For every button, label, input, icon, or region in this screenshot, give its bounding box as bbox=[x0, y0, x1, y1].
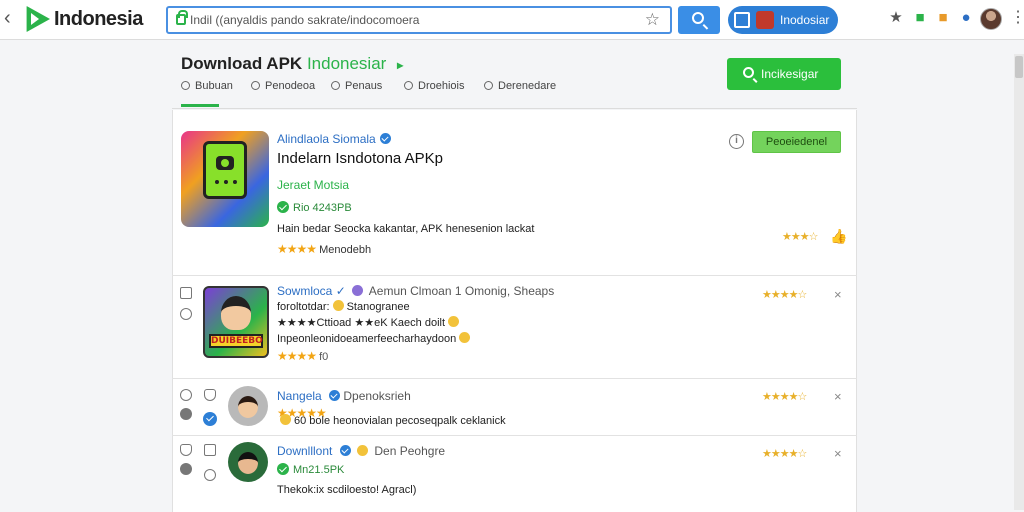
notification-icon[interactable]: ● bbox=[958, 10, 974, 26]
bookmark-star-icon[interactable]: ☆ bbox=[645, 10, 660, 30]
tab-3[interactable]: Penaus bbox=[331, 80, 382, 92]
scrollbar-thumb[interactable] bbox=[1015, 56, 1023, 78]
bell-icon[interactable] bbox=[204, 389, 216, 401]
verified-badge-icon bbox=[339, 445, 351, 456]
tabs-divider bbox=[172, 108, 857, 109]
emoji-icon bbox=[459, 332, 471, 343]
page-title-accent: Indonesiar bbox=[306, 54, 387, 73]
close-icon[interactable]: × bbox=[834, 390, 842, 403]
featured-subtitle: Jeraet Motsia bbox=[277, 178, 350, 192]
list-item-rating: ★★★★ f0 bbox=[277, 349, 329, 363]
list-item-title[interactable]: Sowmloca ✓ Aemun Clmoan 1 Omonig, Sheaps bbox=[277, 284, 554, 298]
featured-title[interactable]: Indelarn Isndotona APKp bbox=[277, 150, 443, 167]
list-item-line: Inpeonleonidoeamerfeecharhaydoon bbox=[277, 332, 473, 345]
pill-label: Inodosiar bbox=[780, 13, 830, 27]
app-thumbnail-icon bbox=[756, 11, 774, 29]
extension-orange-icon[interactable]: ■ bbox=[935, 10, 951, 26]
search-cta-button[interactable]: Incikesigar bbox=[727, 58, 841, 90]
url-input[interactable] bbox=[190, 11, 630, 29]
close-icon[interactable]: × bbox=[834, 447, 842, 460]
featured-rating: ★★★★ Menodebh bbox=[277, 242, 372, 256]
cta-label: Incikesigar bbox=[761, 67, 819, 81]
robot-icon bbox=[203, 141, 247, 199]
tab-1[interactable]: Bubuan bbox=[181, 80, 233, 92]
check-icon bbox=[277, 463, 289, 475]
emoji-icon bbox=[448, 316, 460, 327]
featured-description: Hain bedar Seocka kakantar, APK heneseni… bbox=[277, 223, 535, 235]
list-item-line: foroltotdar: Stanogranee bbox=[277, 300, 410, 313]
list-item-title[interactable]: Nangela Dpenoksrieh bbox=[277, 389, 411, 403]
scrollbar-track[interactable] bbox=[1014, 54, 1024, 510]
results-panel bbox=[172, 110, 857, 512]
featured-app-icon[interactable] bbox=[181, 131, 269, 227]
list-item-stars: ★★★★☆ bbox=[762, 289, 807, 301]
row-divider bbox=[172, 378, 857, 379]
page-title: Download APK Indonesiar ▸ bbox=[181, 54, 403, 74]
select-radio[interactable] bbox=[180, 389, 192, 401]
list-item-line: Thekok:ix scdiloesto! Agracl) bbox=[277, 484, 417, 496]
list-item-stars: ★★★★☆ bbox=[762, 448, 807, 460]
browser-toolbar: ‹ Indonesia ☆ Inodosiar ★ ■ ■ ● ⋮ bbox=[0, 0, 1024, 40]
row-divider bbox=[172, 435, 857, 436]
featured-right-stars: ★★★☆ bbox=[782, 231, 818, 243]
user-avatar[interactable] bbox=[980, 8, 1002, 30]
tab-4[interactable]: Droehiois bbox=[404, 80, 464, 92]
search-icon bbox=[743, 67, 754, 78]
emoji-icon bbox=[332, 300, 344, 311]
list-item-stars: ★★★★☆ bbox=[762, 391, 807, 403]
featured-size: Rio 4243PB bbox=[277, 201, 352, 214]
star-icon[interactable]: ★ bbox=[888, 10, 904, 26]
page-title-main: Download APK bbox=[181, 54, 303, 73]
app-icon-label: DUIBEEBO bbox=[209, 334, 263, 348]
back-arrow-icon[interactable]: ‹ bbox=[4, 8, 11, 28]
active-tab-indicator bbox=[181, 104, 219, 107]
tab-icon bbox=[484, 81, 493, 90]
bell-icon[interactable] bbox=[180, 444, 192, 456]
lock-icon bbox=[176, 10, 188, 25]
list-item-line: 60 bole heonovialan pecoseqpalk ceklanic… bbox=[277, 414, 506, 427]
tab-2[interactable]: Penodeoa bbox=[251, 80, 315, 92]
bookmark-icon[interactable] bbox=[180, 287, 192, 299]
rating-stars: ★★★★ bbox=[277, 242, 317, 256]
calendar-icon bbox=[734, 12, 750, 28]
verified-icon: ✓ bbox=[335, 284, 346, 298]
status-dot-icon bbox=[180, 463, 192, 475]
list-item-line: ★★★★Cttioad ★★eK Kaech doilt bbox=[277, 316, 462, 329]
verified-badge-icon bbox=[379, 133, 391, 144]
site-brand[interactable]: Indonesia bbox=[54, 8, 143, 31]
thumbs-up-icon[interactable]: 👍 bbox=[830, 228, 847, 245]
featured-download-button[interactable]: Peoeiedenel bbox=[752, 131, 841, 153]
tab-icon bbox=[404, 81, 413, 90]
select-radio[interactable] bbox=[204, 469, 216, 481]
avatar[interactable] bbox=[228, 386, 268, 426]
chevron-right-icon[interactable]: ▸ bbox=[397, 58, 403, 72]
close-icon[interactable]: × bbox=[834, 288, 842, 301]
select-radio[interactable] bbox=[180, 308, 192, 320]
avatar[interactable] bbox=[228, 442, 268, 482]
tab-icon bbox=[331, 81, 340, 90]
search-icon bbox=[692, 12, 704, 24]
menu-dots-icon[interactable]: ⋮ bbox=[1010, 8, 1024, 28]
status-dot-icon bbox=[180, 408, 192, 420]
tab-5[interactable]: Derenedare bbox=[484, 80, 556, 92]
extension-green-icon[interactable]: ■ bbox=[912, 10, 928, 26]
app-icon[interactable]: DUIBEEBO bbox=[203, 286, 269, 358]
info-icon[interactable]: i bbox=[729, 134, 744, 149]
badge-icon bbox=[352, 285, 364, 296]
account-pill-button[interactable]: Inodosiar bbox=[728, 6, 838, 34]
emoji-icon bbox=[280, 414, 291, 425]
tab-icon bbox=[181, 81, 190, 90]
verified-badge-icon bbox=[329, 390, 341, 401]
checkbox[interactable] bbox=[204, 444, 216, 456]
tab-icon bbox=[251, 81, 260, 90]
selected-check-icon[interactable] bbox=[203, 412, 217, 426]
list-item-title[interactable]: Downlllont Den Peohgre bbox=[277, 444, 445, 458]
check-icon bbox=[277, 201, 289, 213]
row-divider bbox=[172, 275, 857, 276]
address-bar[interactable]: ☆ bbox=[166, 6, 672, 34]
featured-developer[interactable]: Alindlaola Siomala bbox=[277, 132, 391, 146]
list-item-size: Mn21.5PK bbox=[277, 463, 344, 476]
emoji-icon bbox=[357, 445, 369, 456]
search-button[interactable] bbox=[678, 6, 720, 34]
